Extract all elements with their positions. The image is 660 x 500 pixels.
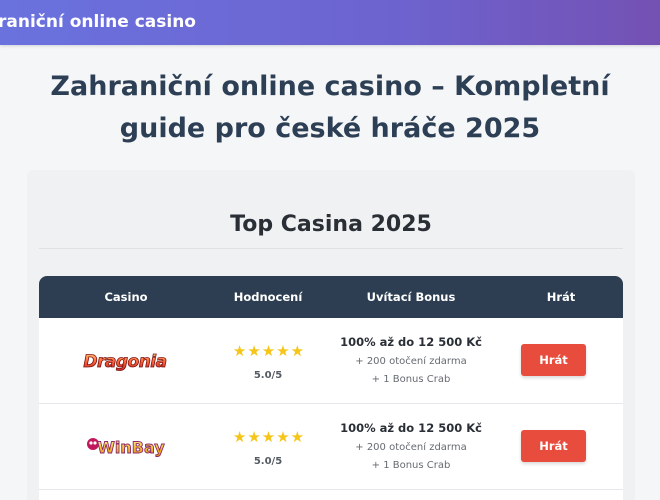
dragonia-logo[interactable]: Dragonia <box>75 348 175 374</box>
column-header-casino: Casino <box>104 290 148 304</box>
rating-score: 5.0/5 <box>253 370 283 381</box>
table-row: WinBay ★★★★★ 5.0/5 100% až do 12 500 Kč … <box>39 404 623 490</box>
page-title: Zahraniční online casino – Kompletní gui… <box>50 71 610 144</box>
rating-score: 5.0/5 <box>253 456 283 467</box>
winbay-logo[interactable]: WinBay <box>75 434 175 460</box>
svg-text:WinBay: WinBay <box>97 438 165 457</box>
section-divider <box>39 248 623 249</box>
table-header: Casino Hodnocení Uvítací Bonus Hrát <box>39 276 623 318</box>
play-button[interactable]: Hrát <box>521 344 586 376</box>
column-header-bonus: Uvítací Bonus <box>366 290 456 304</box>
play-button[interactable]: Hrát <box>521 430 586 462</box>
rating-stars: ★★★★★ <box>232 428 306 446</box>
bonus-extra: + 1 Bonus Crab <box>371 374 451 385</box>
site-title-link[interactable]: raniční online casino <box>0 12 196 32</box>
column-header-play: Hrát <box>546 290 576 304</box>
bonus-extra: + 1 Bonus Crab <box>371 460 451 471</box>
column-header-rating: Hodnocení <box>233 290 303 304</box>
table-row: Dragonia ★★★★★ 5.0/5 100% až do 12 500 K… <box>39 318 623 404</box>
bonus-free-spins: + 200 otočení zdarma <box>355 442 467 453</box>
rating-stars: ★★★★★ <box>232 342 306 360</box>
section-title: Top Casina 2025 <box>230 212 432 237</box>
casino-table: Casino Hodnocení Uvítací Bonus Hrát Drag… <box>39 276 623 500</box>
bonus-main: 100% až do 12 500 Kč <box>340 335 482 349</box>
site-header: raniční online casino <box>0 0 660 45</box>
svg-text:Dragonia: Dragonia <box>83 352 166 372</box>
top-casinos-section: Top Casina 2025 Casino Hodnocení Uvítací… <box>27 170 635 500</box>
bonus-main: 100% až do 12 500 Kč <box>340 421 482 435</box>
bonus-free-spins: + 200 otočení zdarma <box>355 356 467 367</box>
